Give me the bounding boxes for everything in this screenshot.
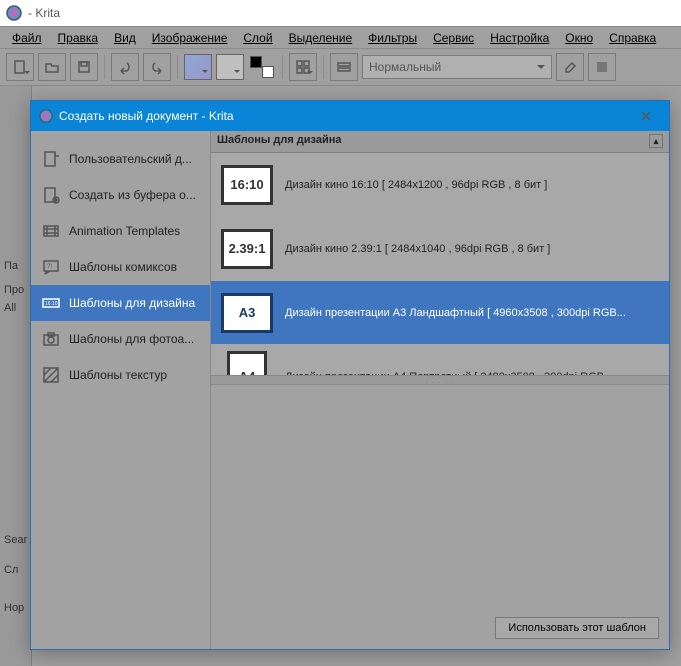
panel-header-label: Шаблоны для дизайна: [217, 134, 342, 149]
open-button[interactable]: [38, 53, 66, 81]
main-titlebar: - Krita: [0, 0, 681, 26]
menu-settings[interactable]: Настройка: [482, 29, 557, 47]
close-icon: [640, 110, 652, 122]
brush-editor-button[interactable]: [330, 53, 358, 81]
sidebar-item-label: Animation Templates: [69, 224, 180, 238]
menu-file[interactable]: Файл: [4, 29, 50, 47]
toolbar-separator: [177, 55, 178, 79]
save-button[interactable]: [70, 53, 98, 81]
blend-mode-label: Нормальный: [369, 60, 441, 74]
document-icon: [41, 149, 61, 169]
sidebar-item-label: Шаблоны для фотоа...: [69, 332, 194, 346]
menu-edit[interactable]: Правка: [50, 29, 107, 47]
design-icon: 16:10: [41, 293, 61, 313]
template-badge-icon: A3: [221, 293, 273, 333]
bg-label: Про: [4, 284, 24, 296]
fg-bg-colors[interactable]: [248, 54, 276, 80]
panel-header: Шаблоны для дизайна ▴: [211, 131, 669, 153]
sidebar-item-1[interactable]: Создать из буфера о...: [31, 177, 210, 213]
blend-mode-select[interactable]: Нормальный: [362, 55, 552, 79]
toolbar-separator: [323, 55, 324, 79]
template-item-3[interactable]: A4Дизайн презентации A4 Портретный [ 248…: [211, 345, 669, 375]
menu-tools[interactable]: Сервис: [425, 29, 482, 47]
undo-button[interactable]: [111, 53, 139, 81]
bg-left-panel: [0, 86, 32, 666]
window-title: - Krita: [28, 6, 60, 20]
sidebar-item-3[interactable]: ?! Шаблоны комиксов: [31, 249, 210, 285]
menu-window[interactable]: Окно: [557, 29, 601, 47]
panel-footer: Использовать этот шаблон: [211, 607, 669, 649]
template-label: Дизайн кино 2.39:1 [ 2484x1040 , 96dpi R…: [285, 243, 550, 255]
sidebar-item-label: Создать из буфера о...: [69, 188, 196, 202]
chevron-down-icon: [537, 65, 545, 73]
krita-logo-icon: [6, 5, 22, 21]
template-label: Дизайн презентации A3 Ландшафтный [ 4960…: [285, 307, 626, 319]
redo-button[interactable]: [143, 53, 171, 81]
krita-logo-icon: [39, 109, 53, 123]
template-label: Дизайн кино 16:10 [ 2484x1200 , 96dpi RG…: [285, 179, 547, 191]
dialog-sidebar: Пользовательский д... Создать из буфера о…: [31, 131, 211, 649]
svg-text:16:10: 16:10: [45, 301, 58, 307]
sidebar-item-2[interactable]: Animation Templates: [31, 213, 210, 249]
alpha-lock-button[interactable]: [588, 53, 616, 81]
new-doc-button[interactable]: [6, 53, 34, 81]
menu-layer[interactable]: Слой: [235, 29, 280, 47]
close-button[interactable]: [631, 101, 661, 131]
sidebar-item-label: Пользовательский д...: [69, 152, 192, 166]
bg-label: Па: [4, 260, 18, 272]
sidebar-item-label: Шаблоны комиксов: [69, 260, 177, 274]
template-list: 16:10 Дизайн кино 16:10 [ 2484x1200 , 96d…: [211, 153, 669, 375]
use-template-button[interactable]: Использовать этот шаблон: [495, 617, 659, 639]
template-item-0[interactable]: 16:10 Дизайн кино 16:10 [ 2484x1200 , 96d…: [211, 153, 669, 217]
menubar: Файл Правка Вид Изображение Слой Выделен…: [0, 26, 681, 48]
sidebar-item-0[interactable]: Пользовательский д...: [31, 141, 210, 177]
template-badge-icon: A4: [227, 351, 267, 376]
toolbar-separator: [282, 55, 283, 79]
dialog-title: Создать новый документ - Krita: [59, 109, 234, 123]
template-item-1[interactable]: 2.39:1 Дизайн кино 2.39:1 [ 2484x1040 , 9…: [211, 217, 669, 281]
toolbar: Нормальный: [0, 48, 681, 86]
clipboard-icon: [41, 185, 61, 205]
photo-icon: [41, 329, 61, 349]
sidebar-item-label: Шаблоны текстур: [69, 368, 167, 382]
gradient-swatch[interactable]: [184, 54, 212, 80]
texture-icon: [41, 365, 61, 385]
dialog-body: Пользовательский д... Создать из буфера о…: [31, 131, 669, 649]
menu-select[interactable]: Выделение: [281, 29, 361, 47]
bg-label: Сл: [4, 564, 18, 576]
dialog-titlebar[interactable]: Создать новый документ - Krita: [31, 101, 669, 131]
sidebar-item-label: Шаблоны для дизайна: [69, 296, 195, 310]
svg-text:?!: ?!: [47, 264, 52, 270]
menu-help[interactable]: Справка: [601, 29, 664, 47]
menu-image[interactable]: Изображение: [144, 29, 236, 47]
new-document-dialog: Создать новый документ - Krita Пользоват…: [30, 100, 670, 650]
bg-label: All: [4, 302, 16, 314]
scroll-up-icon[interactable]: ▴: [649, 134, 663, 148]
menu-filters[interactable]: Фильтры: [360, 29, 425, 47]
sidebar-item-4[interactable]: 16:10 Шаблоны для дизайна: [31, 285, 210, 321]
bg-label: Sear: [4, 534, 27, 546]
menu-view[interactable]: Вид: [106, 29, 144, 47]
sidebar-item-5[interactable]: Шаблоны для фотоа...: [31, 321, 210, 357]
template-badge-icon: 16:10: [221, 165, 273, 205]
pattern-swatch[interactable]: [216, 54, 244, 80]
template-item-2[interactable]: A3 Дизайн презентации A3 Ландшафтный [ 49…: [211, 281, 669, 345]
template-badge-icon: 2.39:1: [221, 229, 273, 269]
list-grip[interactable]: . . . . .: [211, 375, 669, 385]
toolbar-separator: [104, 55, 105, 79]
brush-preset-button[interactable]: [289, 53, 317, 81]
bg-label: Нор: [4, 602, 24, 614]
animation-icon: [41, 221, 61, 241]
sidebar-item-6[interactable]: Шаблоны текстур: [31, 357, 210, 393]
eraser-button[interactable]: [556, 53, 584, 81]
dialog-right-panel: Шаблоны для дизайна ▴ 16:10 Дизайн кино 1…: [211, 131, 669, 649]
comics-icon: ?!: [41, 257, 61, 277]
